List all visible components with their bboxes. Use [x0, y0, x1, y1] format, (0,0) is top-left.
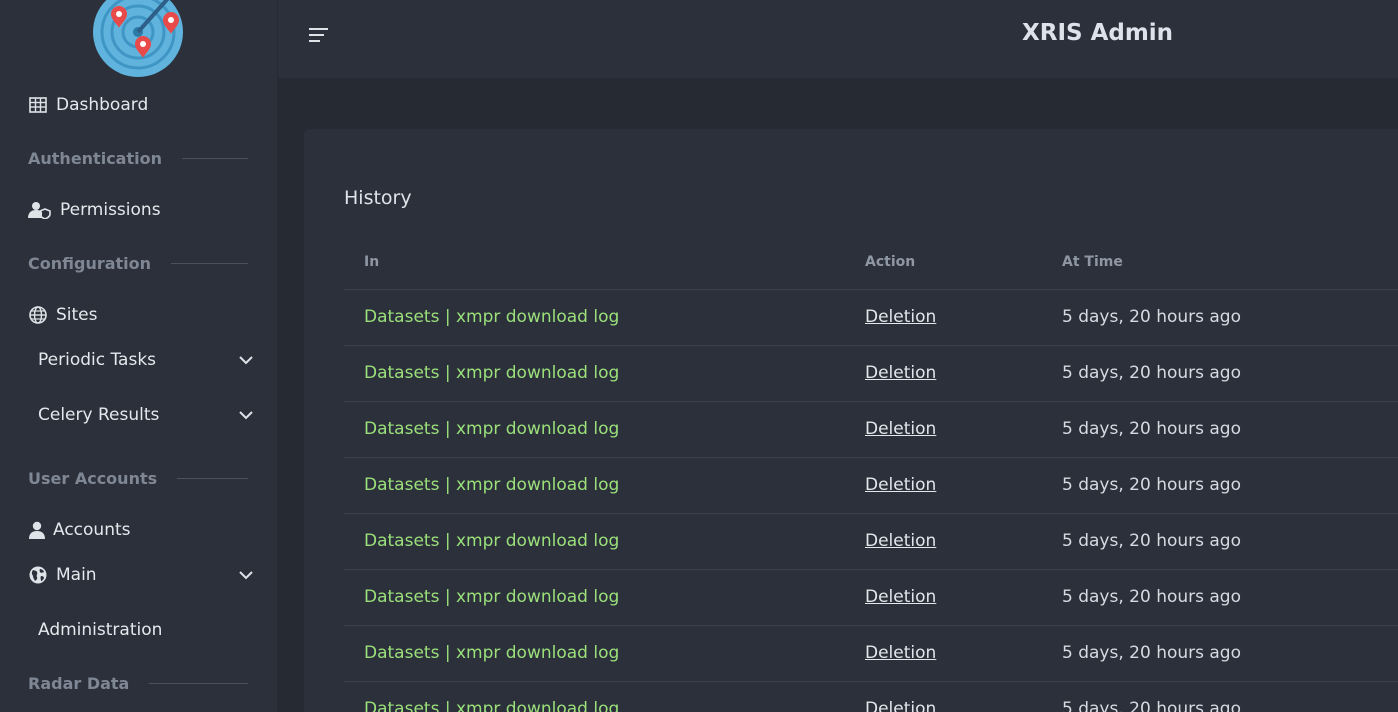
brand-title[interactable]: XRIS Admin: [1022, 20, 1173, 46]
table-row: Datasets | xmpr download log Deletion 5 …: [344, 569, 1398, 626]
sidebar-item-label: Celery Results: [38, 405, 160, 425]
sidebar-item-label: Permissions: [60, 200, 161, 220]
table-header-row: In Action At Time: [344, 235, 1398, 290]
history-in-cell: Datasets | xmpr download log: [344, 345, 845, 402]
table-row: Datasets | xmpr download log Deletion 5 …: [344, 289, 1398, 346]
history-time-cell: 5 days, 20 hours ago: [1042, 513, 1398, 570]
sidebar-item-administration[interactable]: Administration: [38, 620, 162, 640]
section-divider: [177, 478, 248, 479]
chevron-down-icon: [239, 356, 253, 365]
user-shield-icon: [28, 200, 52, 220]
section-divider: [171, 263, 248, 264]
table-row: Datasets | xmpr download log Deletion 5 …: [344, 625, 1398, 682]
table-grid-icon: [28, 95, 48, 115]
history-action-link[interactable]: Deletion: [865, 475, 936, 495]
table-row: Datasets | xmpr download log Deletion 5 …: [344, 513, 1398, 570]
section-configuration: Configuration: [28, 254, 248, 273]
card-title: History: [344, 187, 412, 209]
column-header-in: In: [344, 235, 845, 290]
user-icon: [28, 520, 45, 540]
history-in-cell: Datasets | xmpr download log: [344, 569, 845, 626]
sidebar-item-dashboard[interactable]: Dashboard: [28, 95, 148, 115]
sidebar-item-label: Main: [56, 565, 97, 585]
sidebar-item-sites[interactable]: Sites: [28, 305, 98, 325]
history-time-cell: 5 days, 20 hours ago: [1042, 457, 1398, 514]
history-in-cell: Datasets | xmpr download log: [344, 681, 845, 712]
history-time-cell: 5 days, 20 hours ago: [1042, 625, 1398, 682]
history-in-cell: Datasets | xmpr download log: [344, 401, 845, 458]
sidebar-item-label: Administration: [38, 620, 163, 640]
top-bar: XRIS Admin: [278, 0, 1398, 78]
chevron-down-icon: [239, 571, 253, 580]
menu-toggle-icon[interactable]: [308, 26, 330, 44]
history-in-cell: Datasets | xmpr download log: [344, 457, 845, 514]
sidebar-item-label: Accounts: [53, 520, 131, 540]
chevron-down-icon: [239, 411, 253, 420]
sidebar-item-label: Dashboard: [56, 95, 149, 115]
history-time-cell: 5 days, 20 hours ago: [1042, 681, 1398, 712]
globe-icon: [28, 305, 48, 325]
history-action-link[interactable]: Deletion: [865, 699, 936, 712]
table-row: Datasets | xmpr download log Deletion 5 …: [344, 457, 1398, 514]
history-action-link[interactable]: Deletion: [865, 531, 936, 551]
history-action-link[interactable]: Deletion: [865, 643, 936, 663]
history-action-link[interactable]: Deletion: [865, 587, 936, 607]
section-divider: [181, 158, 248, 159]
section-label: Authentication: [28, 149, 162, 168]
sidebar-item-periodic-tasks[interactable]: Periodic Tasks: [38, 350, 254, 370]
table-row: Datasets | xmpr download log Deletion 5 …: [344, 401, 1398, 458]
globe-americas-icon: [28, 565, 48, 585]
history-in-cell: Datasets | xmpr download log: [344, 513, 845, 570]
sidebar-item-accounts[interactable]: Accounts: [28, 520, 131, 540]
section-user-accounts: User Accounts: [28, 469, 248, 488]
sidebar-item-celery-results[interactable]: Celery Results: [38, 405, 254, 425]
history-in-cell: Datasets | xmpr download log: [344, 289, 845, 346]
section-label: Radar Data: [28, 674, 130, 693]
history-time-cell: 5 days, 20 hours ago: [1042, 345, 1398, 402]
sidebar-item-label: Periodic Tasks: [38, 350, 157, 370]
radar-logo-icon[interactable]: [92, 0, 184, 78]
history-action-link[interactable]: Deletion: [865, 419, 936, 439]
history-table: In Action At Time Datasets | xmpr downlo…: [344, 235, 1398, 712]
table-row: Datasets | xmpr download log Deletion 5 …: [344, 345, 1398, 402]
history-card: History In Action At Time Datasets | xmp…: [304, 129, 1398, 712]
history-action-link[interactable]: Deletion: [865, 307, 936, 327]
sidebar-item-permissions[interactable]: Permissions: [28, 200, 161, 220]
column-header-at-time: At Time: [1042, 235, 1398, 290]
sidebar-item-label: Sites: [56, 305, 98, 325]
section-label: Configuration: [28, 254, 152, 273]
sidebar-item-main[interactable]: Main: [28, 565, 254, 585]
history-action-link[interactable]: Deletion: [865, 363, 936, 383]
history-time-cell: 5 days, 20 hours ago: [1042, 289, 1398, 346]
section-authentication: Authentication: [28, 149, 248, 168]
history-time-cell: 5 days, 20 hours ago: [1042, 569, 1398, 626]
section-divider: [149, 683, 248, 684]
section-radar-data: Radar Data: [28, 674, 248, 693]
history-in-cell: Datasets | xmpr download log: [344, 625, 845, 682]
sidebar: Dashboard Authentication Permissions Con…: [0, 0, 278, 712]
history-time-cell: 5 days, 20 hours ago: [1042, 401, 1398, 458]
table-row: Datasets | xmpr download log Deletion 5 …: [344, 681, 1398, 712]
column-header-action: Action: [845, 235, 1042, 290]
section-label: User Accounts: [28, 469, 158, 488]
